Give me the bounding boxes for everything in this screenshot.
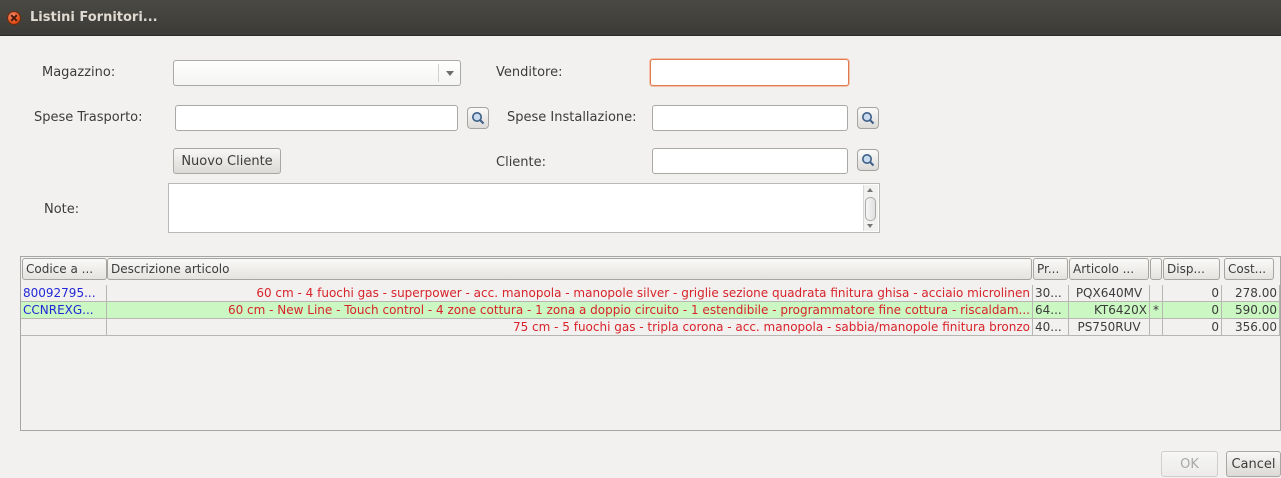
magazzino-select[interactable] <box>173 60 461 86</box>
spese-trasporto-search-button[interactable] <box>467 107 489 129</box>
scroll-up-icon[interactable] <box>865 186 876 194</box>
table-row[interactable]: CCNREXG... 60 cm - New Line - Touch cont… <box>21 302 1280 319</box>
search-icon <box>472 112 485 125</box>
cell-prezzo: 40... <box>1033 319 1069 336</box>
cell-flag <box>1150 319 1163 336</box>
column-header-disponibilita[interactable]: Disp... <box>1163 258 1220 280</box>
cell-costo: 278.00 <box>1222 285 1280 302</box>
spese-installazione-label: Spese Installazione: <box>507 110 637 125</box>
cell-flag <box>1150 285 1163 302</box>
column-header-descrizione[interactable]: Descrizione articolo <box>107 258 1032 280</box>
column-header-prezzo[interactable]: Pr... <box>1033 258 1068 280</box>
cell-prezzo: 30... <box>1033 285 1069 302</box>
cell-articolo: PS750RUV <box>1069 319 1150 336</box>
note-textarea[interactable] <box>168 183 880 233</box>
column-header-costo[interactable]: Cost... <box>1224 258 1274 280</box>
magazzino-label: Magazzino: <box>42 65 116 80</box>
column-header-codice[interactable]: Codice a ... <box>22 258 107 280</box>
listini-table[interactable]: Codice a ... Descrizione articolo Pr... … <box>20 256 1281 431</box>
cliente-search-button[interactable] <box>857 149 879 171</box>
cell-articolo: KT6420X <box>1069 302 1150 319</box>
cell-costo: 590.00 <box>1222 302 1280 319</box>
cell-disponibilita: 0 <box>1163 285 1222 302</box>
cell-codice <box>21 319 107 336</box>
title-bar: Listini Fornitori... <box>0 0 1281 36</box>
cancel-button[interactable]: Cancel <box>1226 451 1281 477</box>
venditore-label: Venditore: <box>496 65 563 80</box>
table-row[interactable]: 80092795... 60 cm - 4 fuochi gas - super… <box>21 285 1280 302</box>
cell-codice: CCNREXG... <box>21 302 107 319</box>
cell-articolo: PQX640MV <box>1069 285 1150 302</box>
cell-descrizione: 75 cm - 5 fuochi gas - tripla corona - a… <box>107 319 1033 336</box>
cell-prezzo: 64... <box>1033 302 1069 319</box>
cell-disponibilita: 0 <box>1163 302 1222 319</box>
nuovo-cliente-button[interactable]: Nuovo Cliente <box>173 148 281 174</box>
cell-costo: 356.00 <box>1222 319 1280 336</box>
scroll-thumb[interactable] <box>865 197 876 221</box>
chevron-down-icon[interactable] <box>438 64 460 82</box>
window-title: Listini Fornitori... <box>30 10 158 25</box>
cell-flag: * <box>1150 302 1163 319</box>
cell-codice: 80092795... <box>21 285 107 302</box>
column-header-articolo[interactable]: Articolo ... <box>1069 258 1149 280</box>
spese-installazione-field[interactable] <box>652 105 848 131</box>
search-icon <box>862 112 875 125</box>
cliente-label: Cliente: <box>496 155 547 170</box>
venditore-field[interactable] <box>650 59 849 86</box>
ok-button[interactable]: OK <box>1161 451 1218 477</box>
scroll-down-icon[interactable] <box>865 222 876 230</box>
table-row[interactable]: 75 cm - 5 fuochi gas - tripla corona - a… <box>21 319 1280 336</box>
note-label: Note: <box>44 202 80 217</box>
spese-trasporto-field[interactable] <box>175 105 458 131</box>
table-header: Codice a ... Descrizione articolo Pr... … <box>21 257 1280 281</box>
cliente-field[interactable] <box>652 148 848 174</box>
search-icon <box>862 154 875 167</box>
spese-installazione-search-button[interactable] <box>857 107 879 129</box>
note-scrollbar[interactable] <box>863 185 878 231</box>
close-icon[interactable] <box>7 11 21 25</box>
column-header-flag[interactable] <box>1150 258 1162 280</box>
cell-descrizione: 60 cm - 4 fuochi gas - superpower - acc.… <box>107 285 1033 302</box>
spese-trasporto-label: Spese Trasporto: <box>34 110 143 125</box>
cell-descrizione: 60 cm - New Line - Touch control - 4 zon… <box>107 302 1033 319</box>
cell-disponibilita: 0 <box>1163 319 1222 336</box>
